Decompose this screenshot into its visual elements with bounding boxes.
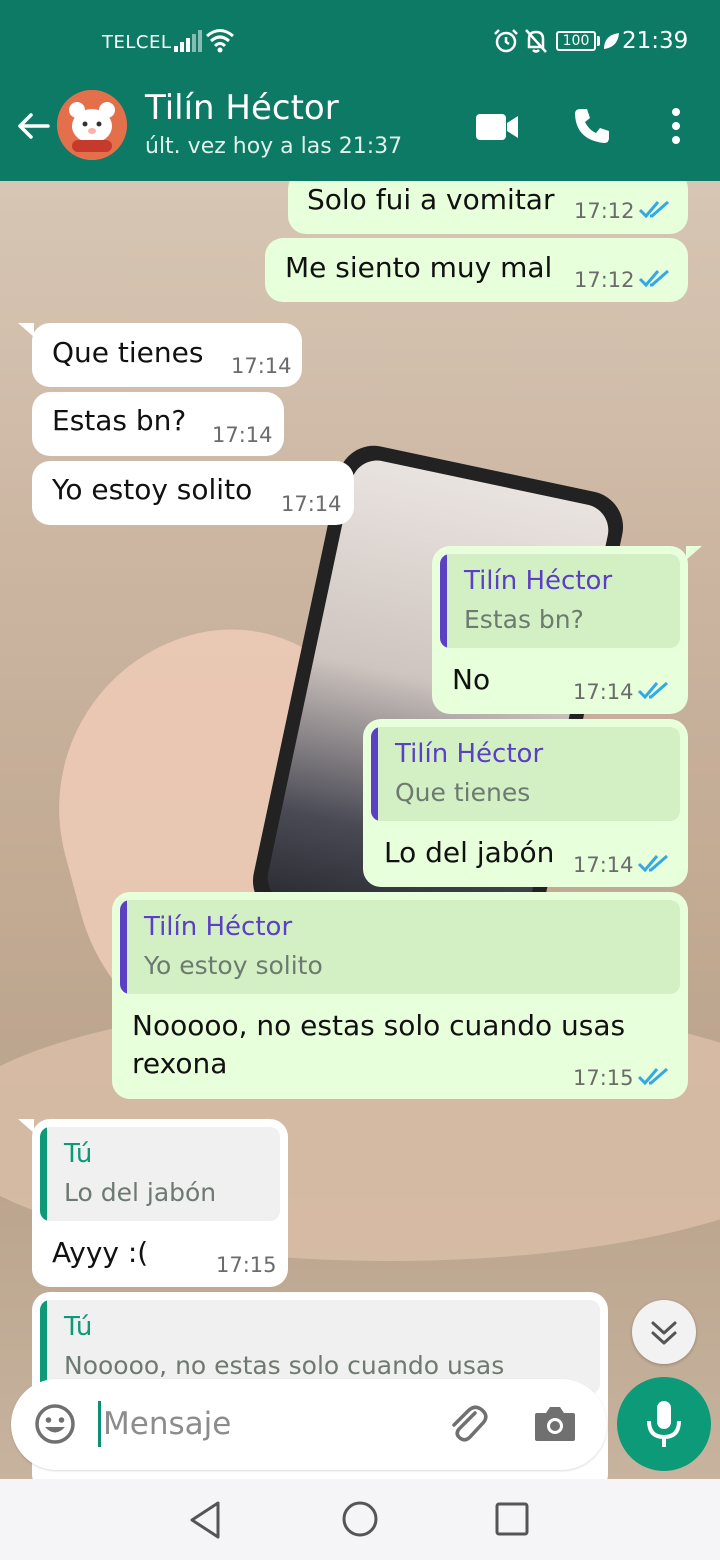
- nav-back-icon[interactable]: [186, 1499, 226, 1541]
- bubble-tail: [18, 323, 34, 337]
- message-bubble-outgoing[interactable]: Tilín Héctor Que tienes Lo del jabón 17:…: [363, 719, 688, 887]
- quote-text: Estas bn?: [464, 605, 584, 634]
- quote-bar: [440, 554, 447, 648]
- contact-avatar[interactable]: [57, 90, 127, 160]
- message-bubble-incoming[interactable]: Que tienes 17:14: [32, 323, 302, 387]
- chevron-double-down-icon: [651, 1321, 677, 1345]
- message-time: 17:15: [573, 1066, 634, 1090]
- mic-icon: [647, 1401, 681, 1447]
- text-caret: [98, 1401, 101, 1447]
- quote-bar: [40, 1127, 47, 1221]
- double-check-icon: [637, 681, 668, 700]
- nav-recents-icon[interactable]: [494, 1501, 530, 1537]
- bear-avatar-illustration: [57, 90, 127, 160]
- message-bubble-outgoing[interactable]: Me siento muy mal 17:12: [265, 238, 688, 302]
- message-time: 17:12: [574, 199, 635, 223]
- quote-bar: [120, 900, 127, 994]
- message-time: 17:14: [573, 853, 634, 877]
- message-bubble-incoming[interactable]: Estas bn? 17:14: [32, 392, 284, 456]
- message-bubble-incoming[interactable]: Yo estoy solito 17:14: [32, 461, 354, 525]
- carrier-label: TELCEL: [102, 32, 172, 53]
- quote-text: Lo del jabón: [64, 1178, 217, 1207]
- quoted-message[interactable]: Tú Lo del jabón: [40, 1127, 280, 1221]
- message-time: 17:14: [281, 492, 342, 516]
- message-input[interactable]: [103, 1399, 433, 1449]
- quoted-message[interactable]: Tilín Héctor Que tienes: [371, 727, 680, 821]
- quote-author: Tú: [64, 1139, 93, 1169]
- message-text: Solo fui a vomitar: [307, 183, 555, 216]
- nav-home-icon[interactable]: [340, 1499, 380, 1539]
- chat-header: Tilín Héctor últ. vez hoy a las 21:37: [0, 82, 720, 181]
- message-text: No: [452, 663, 491, 696]
- message-text-line: rexona: [132, 1047, 228, 1080]
- message-bubble-outgoing[interactable]: Solo fui a vomitar 17:12: [288, 181, 688, 234]
- message-time: 17:15: [216, 1253, 277, 1277]
- double-check-icon: [638, 200, 669, 219]
- message-text: Estas bn?: [52, 404, 187, 437]
- message-time: 17:14: [573, 680, 634, 704]
- signal-icon: [174, 30, 202, 52]
- quote-bar: [371, 727, 378, 821]
- message-text: Lo del jabón: [384, 836, 555, 869]
- quote-author: Tilín Héctor: [144, 912, 293, 942]
- quote-author: Tilín Héctor: [464, 566, 613, 596]
- camera-icon[interactable]: [533, 1403, 577, 1443]
- video-call-icon[interactable]: [474, 110, 520, 144]
- battery-indicator: 100: [556, 31, 596, 51]
- clock: 21:39: [622, 28, 689, 54]
- back-arrow-icon[interactable]: [14, 107, 52, 145]
- system-navigation-bar: [0, 1479, 720, 1560]
- status-bar: TELCEL 100 21:39: [0, 0, 720, 82]
- message-time: 17:14: [212, 423, 273, 447]
- bell-off-icon: [525, 29, 547, 53]
- message-time: 17:12: [574, 268, 635, 292]
- attach-icon[interactable]: [445, 1401, 491, 1447]
- message-text-line: Nooooo, no estas solo cuando usas: [132, 1009, 626, 1042]
- battery-tip: [597, 36, 600, 46]
- message-bubble-outgoing[interactable]: Tilín Héctor Yo estoy solito Nooooo, no …: [112, 892, 688, 1099]
- message-text: Ayyy :(: [52, 1236, 149, 1269]
- more-options-icon[interactable]: [664, 106, 688, 146]
- emoji-icon[interactable]: [33, 1402, 77, 1446]
- double-check-icon: [637, 854, 668, 873]
- alarm-icon: [494, 29, 518, 53]
- message-bubble-outgoing[interactable]: Tilín Héctor Estas bn? No 17:14: [432, 546, 688, 714]
- quote-text: Que tienes: [395, 778, 531, 807]
- message-bubble-incoming[interactable]: Tú Lo del jabón Ayyy :( 17:15: [32, 1119, 288, 1287]
- leaf-icon: [604, 33, 619, 49]
- double-check-icon: [637, 1067, 668, 1086]
- quoted-message[interactable]: Tilín Héctor Estas bn?: [440, 554, 680, 648]
- quoted-message[interactable]: Tilín Héctor Yo estoy solito: [120, 900, 680, 994]
- quote-text: Yo estoy solito: [144, 951, 323, 980]
- message-text: Me siento muy mal: [285, 251, 553, 284]
- quote-author: Tilín Héctor: [395, 739, 544, 769]
- chat-area[interactable]: Solo fui a vomitar 17:12 Me siento muy m…: [0, 181, 720, 1479]
- message-text: Yo estoy solito: [52, 473, 253, 506]
- bubble-tail: [18, 1119, 34, 1133]
- last-seen-status: últ. vez hoy a las 21:37: [145, 134, 403, 159]
- scroll-to-bottom-button[interactable]: [632, 1300, 696, 1364]
- message-composer: [11, 1379, 607, 1470]
- quote-author: Tú: [64, 1312, 93, 1342]
- message-text: Que tienes: [52, 336, 204, 369]
- wifi-icon: [206, 29, 234, 53]
- quote-text: Nooooo, no estas solo cuando usas: [64, 1351, 505, 1380]
- voice-record-button[interactable]: [617, 1377, 711, 1471]
- contact-name[interactable]: Tilín Héctor: [145, 88, 339, 128]
- message-time: 17:14: [231, 354, 292, 378]
- bubble-tail: [686, 546, 702, 560]
- double-check-icon: [638, 269, 669, 288]
- voice-call-icon[interactable]: [572, 106, 612, 146]
